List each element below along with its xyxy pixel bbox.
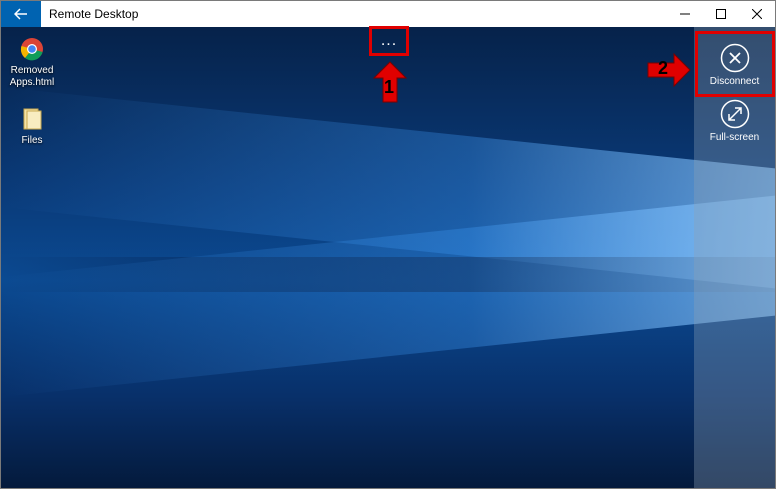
callout-arrow-right-icon (647, 53, 691, 87)
title-bar: Remote Desktop (1, 1, 775, 27)
maximize-button[interactable] (703, 1, 739, 27)
ellipsis-icon: ... (380, 32, 398, 49)
fullscreen-icon (720, 99, 749, 129)
disconnect-highlight-box (695, 31, 775, 97)
remote-desktop-window: Remote Desktop Removed Apps.html Files D… (0, 0, 776, 489)
minimize-icon (680, 13, 690, 15)
desktop-icon-label: Removed Apps.html (9, 65, 55, 88)
window-title: Remote Desktop (49, 7, 139, 21)
desktop-icon-files[interactable]: Files (2, 107, 62, 147)
minimize-button[interactable] (667, 1, 703, 27)
back-button[interactable] (1, 1, 41, 27)
back-arrow-icon (14, 8, 27, 20)
maximize-icon (716, 9, 726, 19)
fullscreen-label: Full-screen (709, 132, 760, 143)
step-2-label: 2 (658, 58, 669, 78)
step-1-label: 1 (384, 77, 395, 97)
fullscreen-button[interactable]: Full-screen (696, 99, 773, 143)
close-button[interactable] (739, 1, 775, 27)
more-options-button[interactable]: ... (369, 26, 409, 56)
close-icon (752, 9, 762, 19)
desktop-icon-label: Files (21, 135, 43, 146)
folder-icon (23, 108, 42, 130)
desktop-icon-removed-apps[interactable]: Removed Apps.html (2, 37, 62, 89)
chrome-icon (20, 38, 43, 61)
